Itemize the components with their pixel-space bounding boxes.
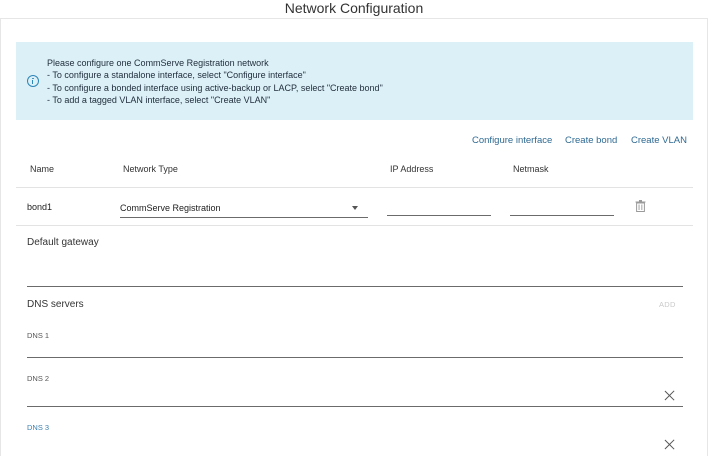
- netmask-input[interactable]: [510, 215, 614, 216]
- dns-servers-label: DNS servers: [27, 299, 84, 310]
- page-title: Network Configuration: [284, 0, 424, 16]
- add-dns-button[interactable]: ADD: [659, 300, 676, 309]
- close-icon[interactable]: [664, 439, 675, 450]
- network-type-select-underline: [120, 217, 368, 218]
- column-header-netmask: Netmask: [513, 164, 549, 174]
- column-header-ip-address: IP Address: [390, 164, 434, 174]
- info-line: - To configure a standalone interface, s…: [47, 70, 306, 81]
- row-name: bond1: [27, 202, 53, 212]
- dns-2-label: DNS 2: [27, 374, 50, 383]
- dns-1-input[interactable]: [27, 357, 683, 358]
- info-line: Please configure one CommServe Registrat…: [47, 58, 269, 68]
- table-header-divider: [16, 187, 693, 188]
- column-header-network-type: Network Type: [123, 164, 178, 174]
- default-gateway-input[interactable]: [27, 286, 683, 287]
- caret-down-icon[interactable]: [352, 206, 358, 210]
- create-vlan-button[interactable]: Create VLAN: [631, 135, 687, 146]
- info-line: - To add a tagged VLAN interface, select…: [47, 94, 271, 105]
- table-row-divider: [16, 225, 693, 226]
- info-icon: [27, 75, 39, 87]
- network-type-select[interactable]: CommServe Registration: [120, 203, 221, 213]
- dns-3-label: DNS 3: [27, 423, 50, 432]
- close-icon[interactable]: [664, 390, 675, 401]
- info-banner-text: Please configure one CommServe Registrat…: [47, 57, 383, 106]
- trash-icon[interactable]: [635, 200, 646, 212]
- dns-1-label: DNS 1: [27, 331, 50, 340]
- info-line: - To configure a bonded interface using …: [47, 82, 383, 93]
- ip-address-input[interactable]: [387, 215, 491, 216]
- column-header-name: Name: [30, 164, 55, 174]
- dns-2-input[interactable]: [27, 406, 683, 407]
- configure-interface-button[interactable]: Configure interface: [472, 135, 552, 146]
- default-gateway-label: Default gateway: [27, 237, 99, 248]
- create-bond-button[interactable]: Create bond: [565, 135, 617, 146]
